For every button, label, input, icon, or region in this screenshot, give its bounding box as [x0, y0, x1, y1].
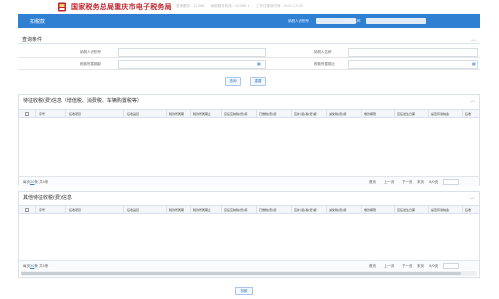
- column-header: 应补(退)税(费)额: [294, 112, 317, 116]
- column-header: 征收: [465, 112, 472, 116]
- service-info: 咨询服务 : 12366 纳税服务热线 : 12366-1 工作日服务时间 : …: [176, 4, 308, 9]
- first-page-button[interactable]: 首页: [369, 180, 376, 185]
- grid-header-row: 序号 征收项目 征收品目 税款所属期 税款所属期止 应征应纳税(费)额 已缴税(…: [19, 205, 479, 214]
- query-row: 纳税人识别号 纳税人名称: [18, 47, 480, 58]
- period-start-input[interactable]: [118, 60, 266, 69]
- column-header: 序号: [39, 208, 46, 212]
- next-page-button[interactable]: 下一页: [402, 264, 413, 269]
- column-header: 缴款期限: [364, 208, 377, 212]
- pending-tax-grid: 待征收税(费)信息（增值税、消费税、车辆购置税等） ︿ 序号 征收项目 征收品目…: [18, 94, 480, 186]
- next-page-button[interactable]: 下一页: [402, 180, 413, 185]
- other-pending-tax-grid-title: 其他待征收税(费)信息: [23, 195, 72, 201]
- pagination-bar: 每页20条 共0条 首页 上一页 下一页 末页 0/0页: [19, 176, 479, 186]
- column-header: 应征发生日期: [397, 208, 416, 212]
- column-header: 已缴税(费)额: [259, 208, 277, 212]
- column-header: 应征应纳税(费)额: [224, 112, 248, 116]
- query-section-title: 查询条件: [22, 37, 43, 43]
- column-header: 税款所属期: [169, 112, 185, 116]
- horizontal-scrollbar[interactable]: [21, 271, 477, 276]
- column-header: 征收: [465, 208, 472, 212]
- column-header: 序号: [39, 112, 46, 116]
- taxpayer-name-input[interactable]: [348, 48, 478, 57]
- site-title: 国家税务总局重庆市电子税务局: [71, 3, 172, 11]
- other-pending-tax-grid: 其他待征收税(费)信息 ︿ 序号 征收项目 征收品目 税款所属期 税款所属期止 …: [18, 191, 480, 278]
- calendar-icon[interactable]: ▦: [472, 61, 476, 66]
- taxpayer-name-label: 纳税人名称: [343, 19, 361, 23]
- site-header: 国家税务总局重庆市电子税务局 咨询服务 : 12366 纳税服务热线 : 123…: [0, 0, 499, 14]
- first-page-button[interactable]: 首页: [369, 264, 376, 269]
- select-all-checkbox[interactable]: [25, 112, 29, 116]
- taxpayer-name-value: [366, 18, 426, 24]
- tax-emblem-icon: [58, 2, 66, 12]
- column-header: 应征发生日期: [397, 112, 416, 116]
- collapse-icon[interactable]: ︿: [471, 36, 476, 43]
- collapse-icon[interactable]: ︿: [470, 97, 475, 104]
- page-size-selector[interactable]: 每页20条 共0条: [23, 180, 48, 185]
- service-info-item: 咨询服务 : 12366: [176, 4, 205, 8]
- column-header: 征收项目: [69, 112, 82, 116]
- last-page-button[interactable]: 末页: [417, 180, 424, 185]
- pagination-bar: 每页20条 共0条 首页 上一页 下一页 末页 0/0页: [19, 260, 479, 270]
- query-row: 税款所属期起 ▦ 税款所属期止 ▦: [18, 59, 480, 70]
- page-info: 0/0页: [429, 180, 439, 184]
- scrollbar-thumb[interactable]: [21, 272, 461, 275]
- period-end-label: 税款所属期止: [314, 62, 335, 66]
- column-header: 缴款期限: [364, 112, 377, 116]
- column-header: 征收品目: [127, 208, 140, 212]
- taxpayer-name-field-label: 纳税人名称: [314, 50, 332, 54]
- page-jump-input[interactable]: [443, 179, 459, 185]
- page-size-selector[interactable]: 每页20条 共0条: [23, 264, 48, 269]
- pending-tax-grid-title: 待征收税(费)信息（增值税、消费税、车辆购置税等）: [23, 98, 142, 104]
- service-info-item: 纳税服务热线 : 12366-1: [210, 4, 250, 8]
- page-jump-input[interactable]: [443, 263, 459, 269]
- column-header: 应征应纳税(费)额: [224, 208, 248, 212]
- column-header: 是否有滞纳金: [431, 208, 450, 212]
- collapse-icon[interactable]: ︿: [470, 194, 475, 201]
- column-header: 征收项目: [69, 208, 82, 212]
- column-header: 已缴税(费)额: [259, 112, 277, 116]
- prev-page-button[interactable]: 上一页: [384, 264, 395, 269]
- search-button[interactable]: 查询: [225, 77, 241, 86]
- tab-deduct-tax[interactable]: 扣税款: [30, 18, 45, 25]
- deduct-submit-button[interactable]: 扣款: [235, 287, 253, 295]
- total-count: 共0条: [39, 264, 49, 268]
- nav-bar: 扣税款 纳税人识别号 纳税人名称: [18, 14, 480, 28]
- select-all-checkbox[interactable]: [25, 208, 29, 212]
- period-start-label: 税款所属期起: [80, 62, 101, 66]
- reset-button[interactable]: 重置: [250, 77, 266, 86]
- column-header: 税款所属期: [169, 208, 185, 212]
- page-info: 0/0页: [429, 264, 439, 268]
- prev-page-button[interactable]: 上一页: [384, 180, 395, 185]
- grid-header-row: 序号 征收项目 征收品目 税款所属期 税款所属期止 应征应纳税(费)额 已缴税(…: [19, 109, 479, 118]
- column-header: 应补(退)税(费)额: [294, 208, 317, 212]
- taxpayer-id-input[interactable]: [118, 48, 266, 57]
- taxpayer-id-label: 纳税人识别号: [288, 19, 309, 23]
- calendar-icon[interactable]: ▦: [257, 61, 261, 66]
- period-end-input[interactable]: [348, 60, 478, 69]
- column-header: 减免税(费)额: [329, 112, 347, 116]
- column-header: 税款所属期止: [193, 208, 212, 212]
- column-header: 是否有滞纳金: [431, 112, 450, 116]
- last-page-button[interactable]: 末页: [417, 264, 424, 269]
- column-header: 税款所属期止: [193, 112, 212, 116]
- taxpayer-id-field-label: 纳税人识别号: [80, 50, 101, 54]
- service-info-item: 工作日服务时间 : 9:00-17:00: [255, 4, 303, 8]
- query-section-header: 查询条件 ︿: [18, 35, 480, 44]
- column-header: 减免税(费)额: [329, 208, 347, 212]
- total-count: 共0条: [39, 180, 49, 184]
- column-header: 征收品目: [127, 112, 140, 116]
